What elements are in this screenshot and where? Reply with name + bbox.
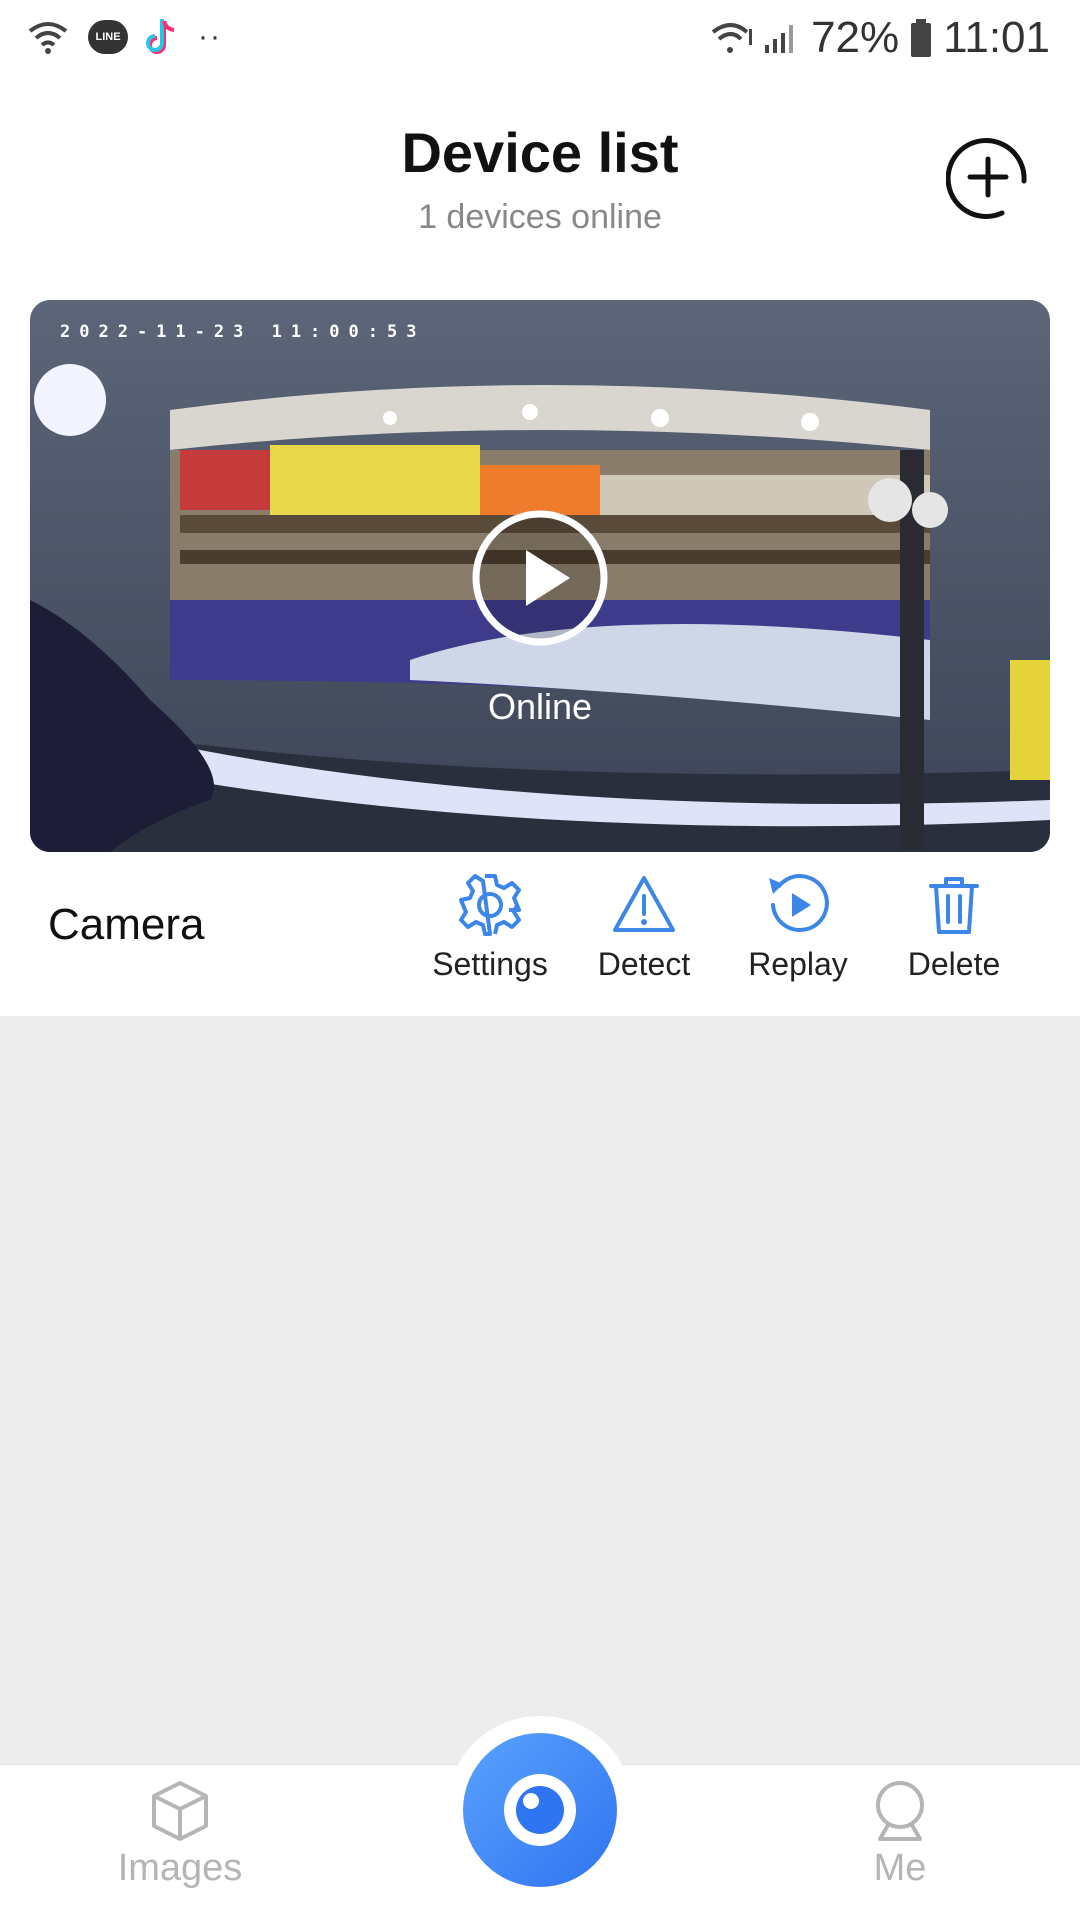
header: Device list 1 devices online [0,80,1080,290]
cube-icon [152,1781,208,1841]
warning-icon [613,876,675,932]
device-card: 2022-11-23 11:00:53 Online Camera Settin… [0,290,1080,1016]
replay-icon [769,874,829,932]
screen: LINE ·· 72% 11:01 Device list 1 devices … [0,0,1080,1920]
line-app-icon: LINE [88,20,128,54]
gear-icon [459,874,521,936]
page-title: Device list [401,121,679,184]
settings-button[interactable]: Settings [410,872,570,992]
battery-icon [911,19,932,57]
battery-percent: 72% [811,13,900,62]
signal-icon [765,25,794,53]
trash-icon [929,877,979,934]
wifi-icon [28,22,68,54]
nav-devices-button[interactable] [463,1733,617,1887]
detect-label: Detect [597,946,691,982]
more-notifications-dots: ·· [198,20,222,53]
device-status: Online [487,686,593,727]
wifi-icon [711,23,753,53]
replay-button[interactable]: Replay [718,872,878,992]
status-right: 72% 11:01 [711,10,1050,66]
status-left: LINE ·· [26,12,222,62]
eye-icon [504,1774,576,1846]
nav-me-label: Me [873,1847,927,1889]
clock: 11:01 [943,13,1050,62]
webcam-icon [876,1781,924,1841]
device-name: Camera [48,900,205,949]
detect-button[interactable]: Detect [564,872,724,992]
delete-label: Delete [907,946,1001,982]
camera-preview[interactable]: 2022-11-23 11:00:53 Online [30,300,1050,852]
delete-button[interactable]: Delete [874,872,1034,992]
play-icon[interactable] [472,510,608,646]
status-bar: LINE ·· 72% 11:01 [0,0,1080,80]
tiktok-icon [146,19,175,54]
video-timestamp: 2022-11-23 11:00:53 [60,322,426,342]
replay-label: Replay [748,946,848,982]
settings-label: Settings [432,946,548,982]
nav-images-label: Images [117,1847,243,1889]
add-device-button[interactable] [946,135,1030,219]
online-count: 1 devices online [418,198,662,236]
nav-images[interactable]: Images [80,1779,280,1890]
nav-me[interactable]: Me [800,1779,1000,1890]
